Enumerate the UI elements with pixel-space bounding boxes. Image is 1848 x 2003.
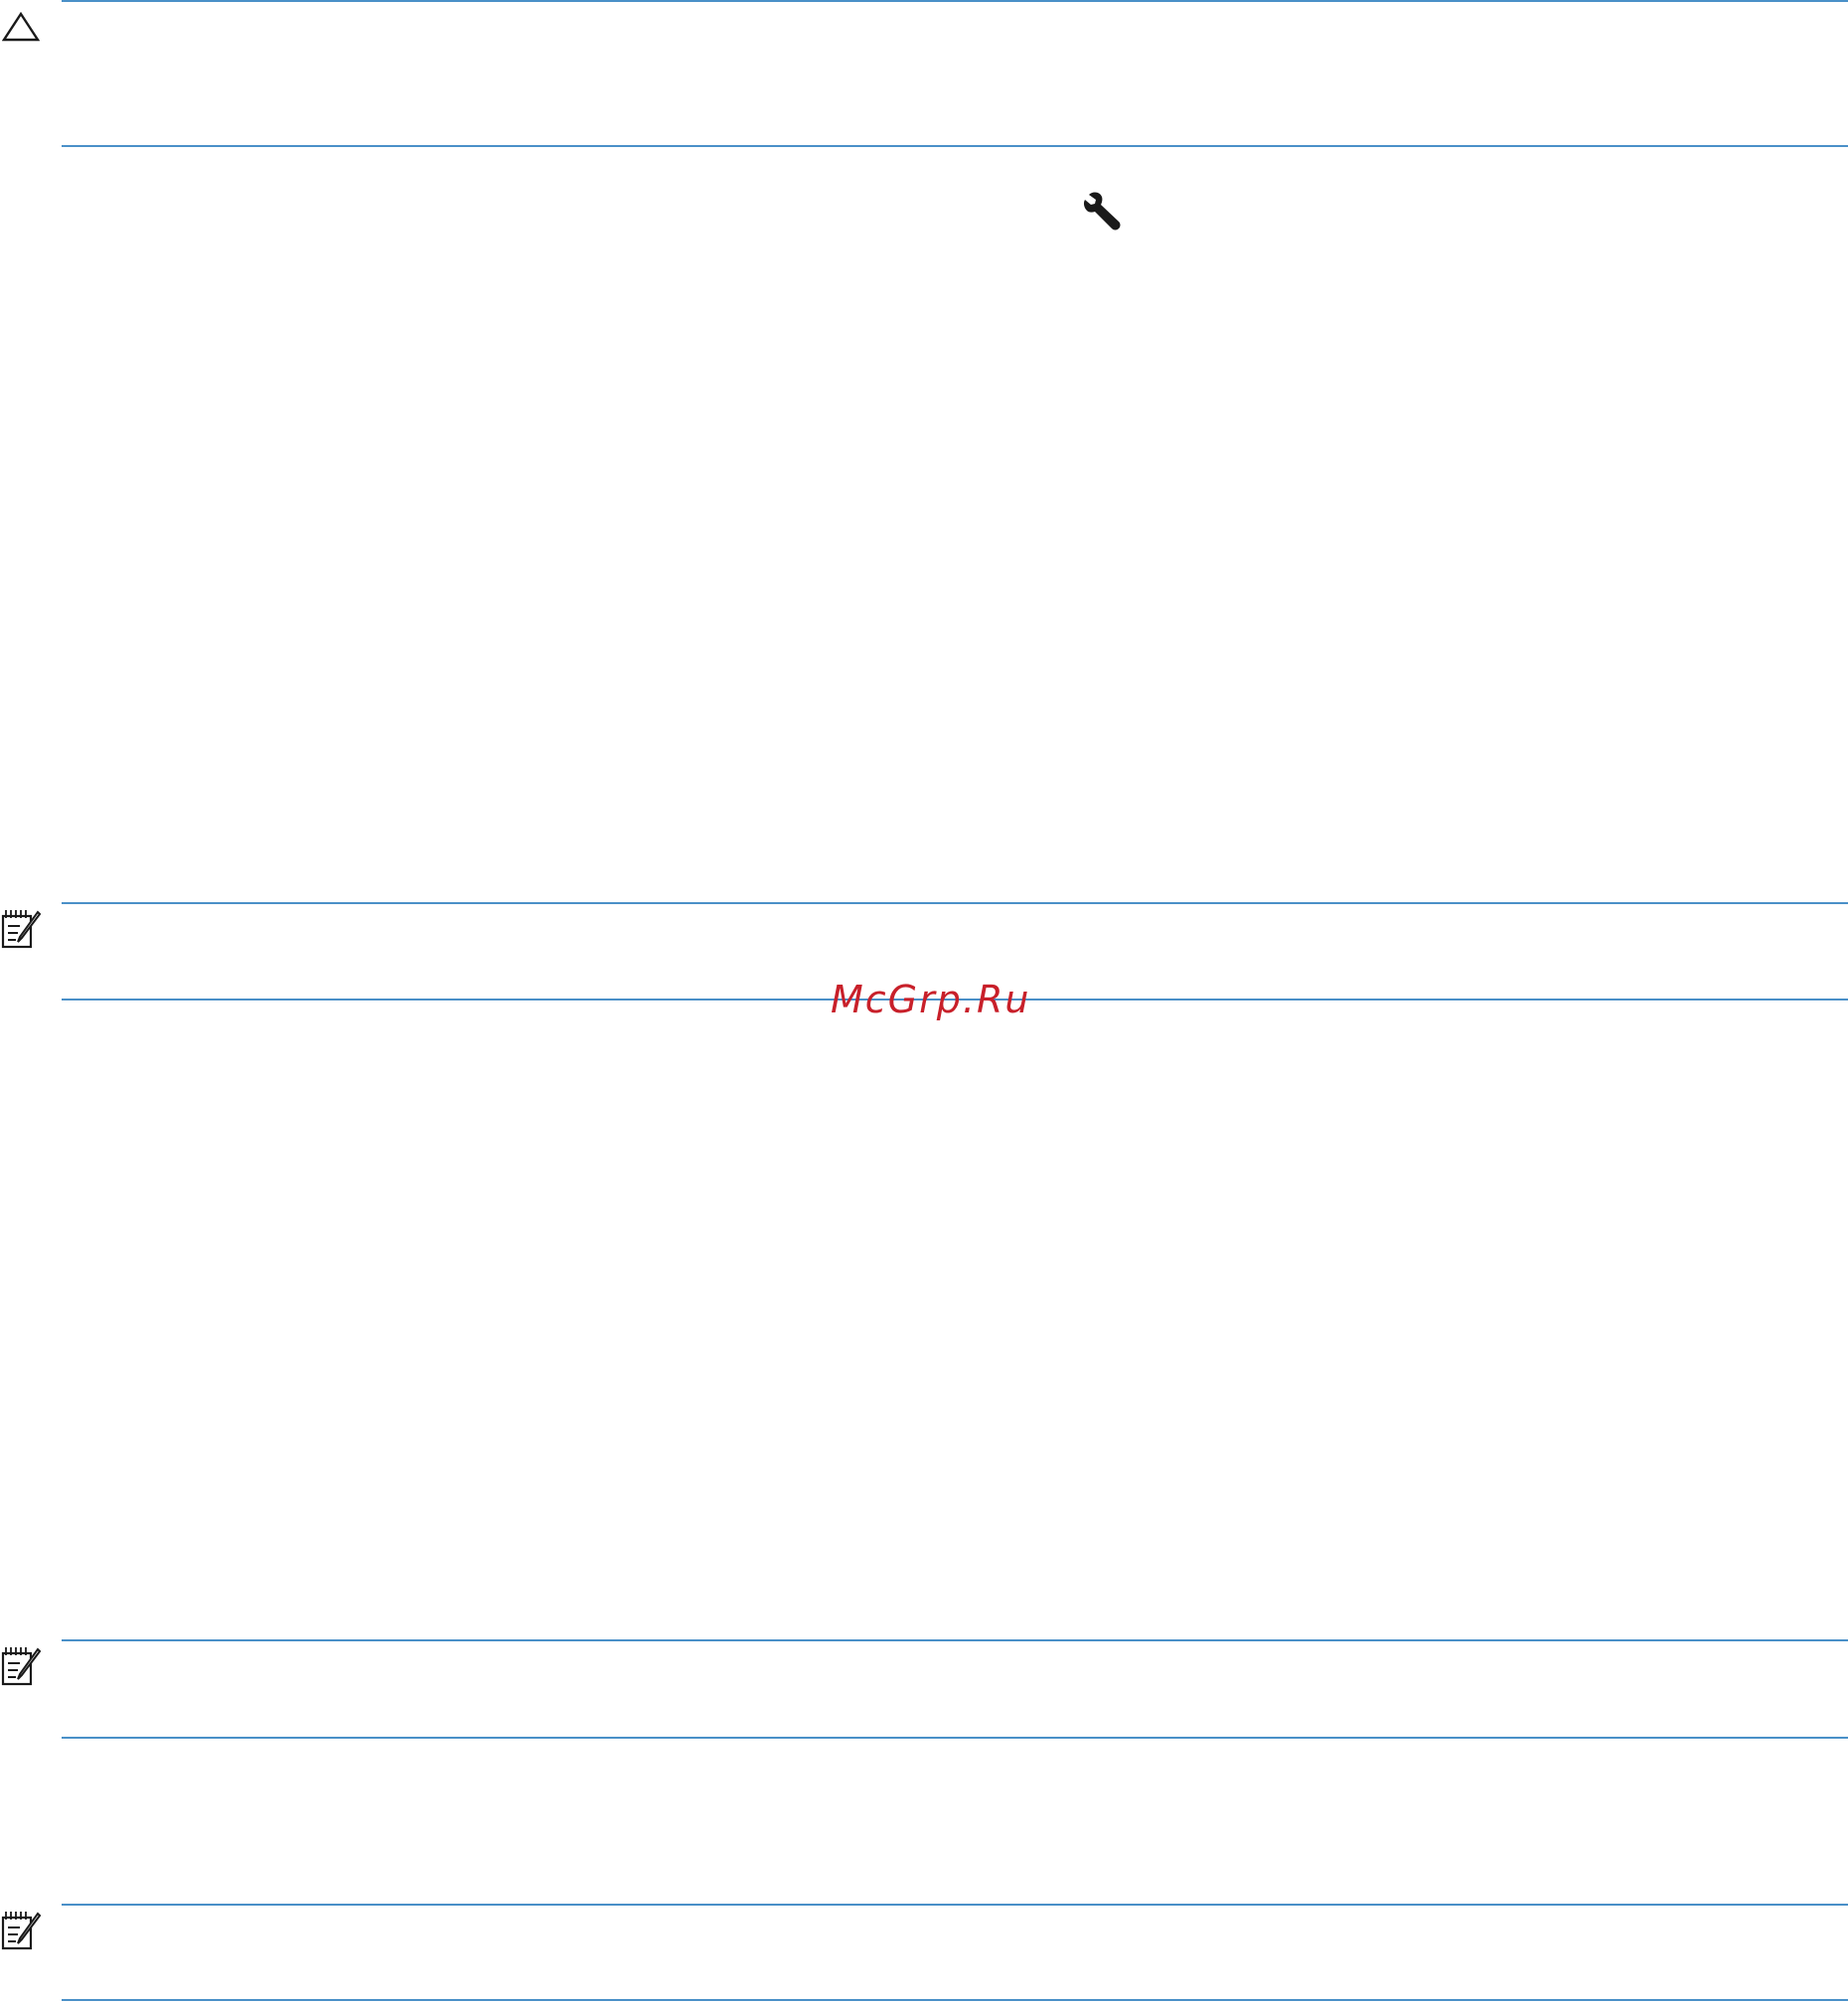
note-3-top-rule	[62, 1904, 1848, 1906]
note-2-bottom-rule	[62, 1737, 1848, 1739]
watermark: McGrp.Ru	[831, 978, 1031, 1021]
caution-top-rule	[62, 0, 1848, 2]
caution-triangle-icon	[2, 12, 40, 42]
note-1-top-rule	[62, 902, 1848, 904]
wrench-icon	[1083, 192, 1121, 231]
note-2-top-rule	[62, 1639, 1848, 1641]
caution-bottom-rule	[62, 145, 1848, 147]
note-pad-icon	[1, 1647, 42, 1686]
note-pad-icon	[1, 1912, 42, 1950]
note-pad-icon	[1, 910, 42, 949]
note-3-bottom-rule	[62, 1999, 1848, 2001]
